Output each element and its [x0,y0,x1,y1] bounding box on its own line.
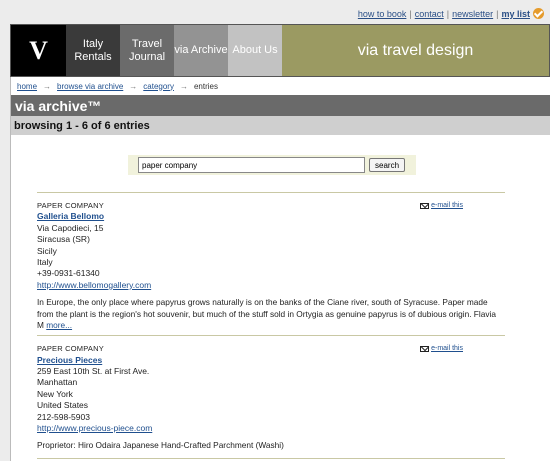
breadcrumb-home[interactable]: home [17,82,37,91]
address-line: United States [37,400,89,411]
email-this-link[interactable]: e-mail this [420,200,463,211]
more-link[interactable]: more... [46,320,72,330]
results-list: PAPER COMPANY e-mail this Galleria Bello… [37,192,505,459]
search-box: search [128,155,416,175]
browse-status: browsing 1 - 6 of 6 entries [11,116,550,135]
breadcrumb: home → browse via archive → category → e… [11,77,550,95]
logo[interactable]: V [11,25,66,76]
nav-italy-rentals[interactable]: Italy Rentals [66,25,120,76]
phone-number: +39-0931-61340 [37,268,100,279]
address-line: Sicily [37,245,57,256]
search-button[interactable]: search [369,158,406,172]
envelope-icon [420,345,430,352]
list-item: PAPER COMPANY e-mail this Precious Piece… [37,336,505,452]
separator: | [409,8,412,19]
website-link[interactable]: http://www.bellomogallery.com [37,280,151,290]
breadcrumb-arrow-icon: → [43,81,52,91]
contact-link[interactable]: contact [415,9,444,19]
breadcrumb-browse-archive[interactable]: browse via archive [57,82,123,91]
divider [37,457,505,459]
address-line: Via Capodieci, 15 [37,222,104,233]
address-line: Manhattan [37,377,78,388]
page-title: via archive™ [11,95,550,116]
breadcrumb-category[interactable]: category [143,82,174,91]
breadcrumb-current: entries [193,81,218,91]
email-this-label[interactable]: e-mail this [431,200,463,211]
description-text: In Europe, the only place where papyrus … [37,297,496,330]
entry-description: In Europe, the only place where papyrus … [37,297,505,331]
breadcrumb-arrow-icon: → [179,81,188,91]
breadcrumb-arrow-icon: → [129,81,138,91]
separator: | [446,8,450,19]
list-item: PAPER COMPANY e-mail this Galleria Bello… [37,193,505,331]
brand-title: via travel design [282,25,549,76]
address-line: 259 East 10th St. at First Ave. [37,365,150,376]
my-list-link[interactable]: my list [501,9,530,19]
entry-name-link[interactable]: Precious Pieces [37,355,102,365]
newsletter-link[interactable]: newsletter [452,9,493,19]
search-input[interactable] [138,157,365,173]
separator: | [496,8,499,19]
check-icon[interactable] [533,8,544,19]
entry-description: Proprietor: Hiro Odaira Japanese Hand-Cr… [37,440,284,451]
nav-travel-journal[interactable]: Travel Journal [120,25,174,76]
address-line: Italy [37,257,53,268]
site-header: V Italy Rentals Travel Journal via Archi… [10,24,550,77]
phone-number: 212-598-5903 [37,411,90,422]
nav-about-us[interactable]: About Us [228,25,282,76]
how-to-book-link[interactable]: how to book [358,9,407,19]
website-link[interactable]: http://www.precious-piece.com [37,423,152,433]
email-this-link[interactable]: e-mail this [420,343,463,354]
envelope-icon [420,202,430,209]
email-this-label[interactable]: e-mail this [431,343,463,354]
address-line: New York [37,388,73,399]
entry-name-link[interactable]: Galleria Bellomo [37,211,104,221]
nav-via-archive[interactable]: via Archive [174,25,228,76]
top-links: how to book | contact | newsletter | my … [358,8,544,19]
address-line: Siracusa (SR) [37,234,90,245]
main-content: home → browse via archive → category → e… [10,77,550,461]
